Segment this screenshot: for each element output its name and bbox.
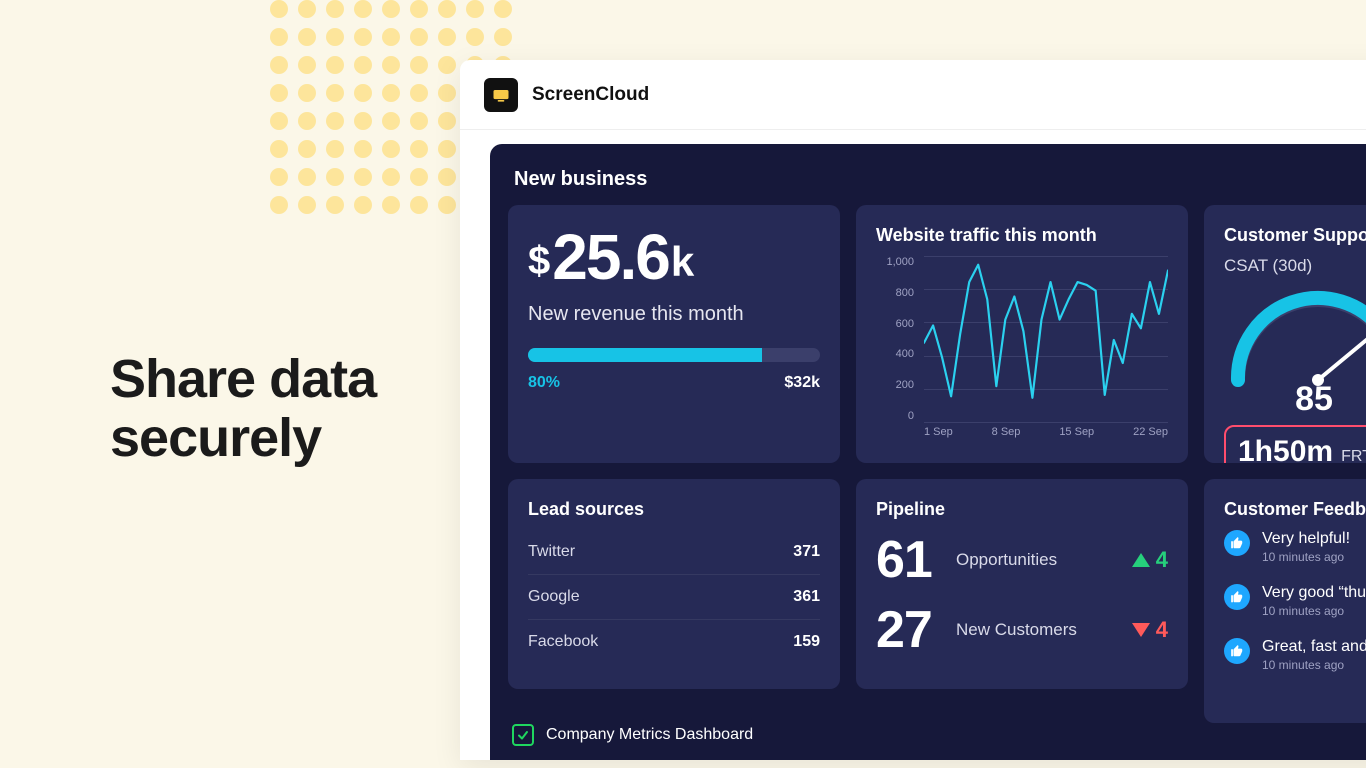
revenue-subtitle: New revenue this month [528, 303, 820, 326]
thumbs-up-icon [1224, 530, 1250, 556]
frt-badge: 1h50m FRT [1224, 425, 1366, 463]
thumbs-up-icon [1224, 638, 1250, 664]
dashboard-footer: Company Metrics Dashboard [512, 724, 753, 746]
pipeline-label: Opportunities [956, 550, 1122, 570]
lead-row: Twitter 371 [528, 530, 820, 575]
revenue-currency: $ [528, 241, 548, 281]
dashboard-logo-icon [512, 724, 534, 746]
revenue-value: $ 25.6 k [528, 225, 820, 289]
revenue-suffix: k [671, 241, 692, 283]
pipeline-label: New Customers [956, 620, 1122, 640]
feedback-time: 10 minutes ago [1262, 658, 1366, 672]
csat-gauge [1218, 280, 1366, 380]
frt-label: FRT [1341, 448, 1366, 463]
lead-row: Facebook 159 [528, 620, 820, 664]
card-customer-support: Customer Support CSAT (30d) 85 [1204, 205, 1366, 463]
traffic-line-series [924, 256, 1168, 401]
revenue-target: $32k [784, 374, 820, 392]
lead-name: Twitter [528, 543, 575, 561]
pipeline-metrics: 61 Opportunities 4 27 New Customers 4 [876, 530, 1168, 660]
app-window: ScreenCloud New business $ 25.6 k N [460, 60, 1366, 760]
headline-line-2: securely [110, 409, 376, 468]
feedback-item: Very helpful! 10 minutes ago [1224, 530, 1366, 564]
card-lead-sources: Lead sources Twitter 371 Google 361 Facebook… [508, 479, 840, 689]
feedback-item: Very good “thum 10 minutes ago [1224, 584, 1366, 618]
app-header: ScreenCloud [460, 60, 1366, 130]
headline-line-1: Share data [110, 350, 376, 409]
thumbs-up-icon [1224, 584, 1250, 610]
support-title: Customer Support [1224, 225, 1366, 246]
traffic-chart: 1,0008006004002000 1 Sep8 Sep15 Sep22 Se… [876, 256, 1168, 446]
revenue-progress [528, 348, 820, 362]
lead-name: Facebook [528, 633, 598, 651]
revenue-amount: 25.6 [552, 225, 669, 289]
card-pipeline: Pipeline 61 Opportunities 4 27 New Customers… [856, 479, 1188, 689]
lead-name: Google [528, 588, 580, 606]
card-customer-feedback: Customer Feedback Very helpful! 10 minute… [1204, 479, 1366, 723]
feedback-time: 10 minutes ago [1262, 550, 1350, 564]
frt-value: 1h50m [1238, 435, 1333, 463]
pipeline-value: 27 [876, 600, 946, 660]
csat-label: CSAT (30d) [1224, 256, 1366, 276]
feedback-text: Great, fast and f [1262, 638, 1366, 656]
triangle-up-icon [1132, 553, 1150, 567]
lead-value: 159 [793, 633, 820, 651]
feedback-title: Customer Feedback [1224, 499, 1366, 520]
lead-value: 371 [793, 543, 820, 561]
card-revenue: $ 25.6 k New revenue this month 80% $32k [508, 205, 840, 463]
traffic-x-axis: 1 Sep8 Sep15 Sep22 Sep [924, 426, 1168, 446]
feedback-list: Very helpful!10 minutes agoVery good “th… [1224, 530, 1366, 672]
traffic-y-axis: 1,0008006004002000 [876, 256, 920, 422]
pipeline-metric: 61 Opportunities 4 [876, 530, 1168, 590]
pipeline-metric: 27 New Customers 4 [876, 600, 1168, 660]
revenue-progress-pct: 80% [528, 374, 560, 392]
triangle-down-icon [1132, 623, 1150, 637]
feedback-time: 10 minutes ago [1262, 604, 1366, 618]
traffic-title: Website traffic this month [876, 225, 1168, 246]
pipeline-title: Pipeline [876, 499, 1168, 520]
pipeline-delta: 4 [1132, 617, 1168, 643]
feedback-item: Great, fast and f 10 minutes ago [1224, 638, 1366, 672]
card-website-traffic: Website traffic this month 1,00080060040… [856, 205, 1188, 463]
pipeline-delta: 4 [1132, 547, 1168, 573]
leads-title: Lead sources [528, 499, 820, 520]
revenue-progress-fill [528, 348, 762, 362]
lead-value: 361 [793, 588, 820, 606]
lead-row: Google 361 [528, 575, 820, 620]
screencloud-logo-icon [484, 78, 518, 112]
app-brand-name: ScreenCloud [532, 84, 649, 106]
leads-table: Twitter 371 Google 361 Facebook 159 [528, 530, 820, 664]
dashboard-footer-title: Company Metrics Dashboard [546, 726, 753, 744]
section-title-new-business: New business [514, 168, 1366, 191]
feedback-text: Very helpful! [1262, 530, 1350, 548]
dashboard-frame: New business $ 25.6 k New revenue this m… [490, 144, 1366, 760]
pipeline-value: 61 [876, 530, 946, 590]
feedback-text: Very good “thum [1262, 584, 1366, 602]
page-headline: Share data securely [110, 350, 376, 469]
